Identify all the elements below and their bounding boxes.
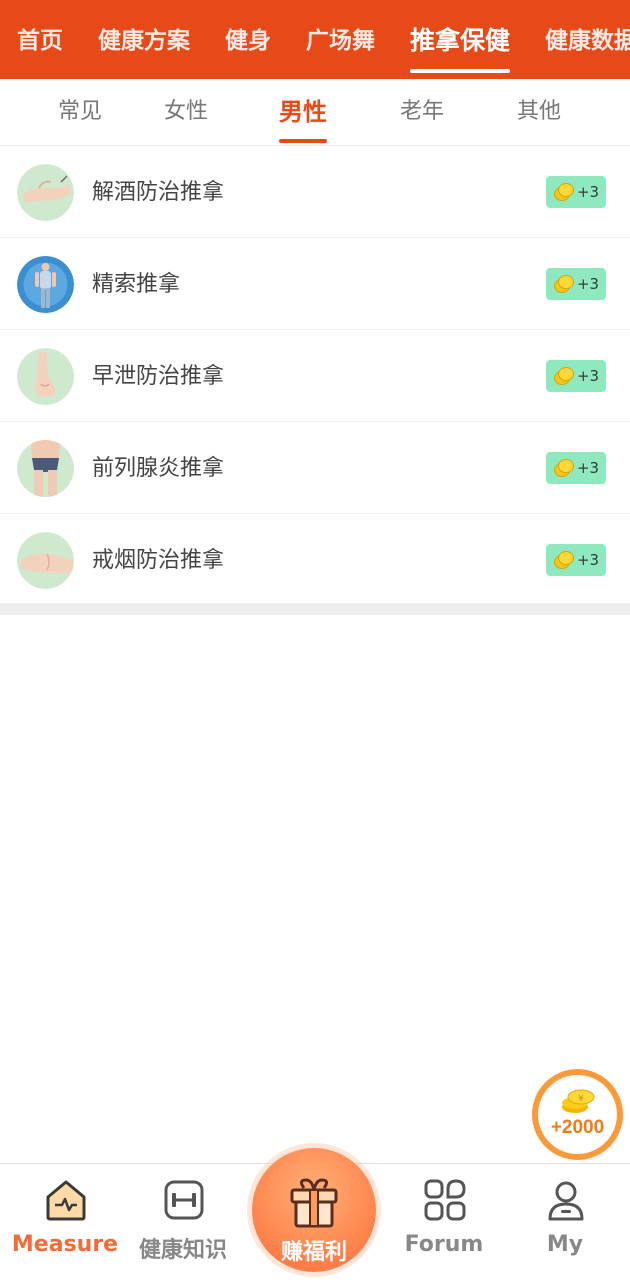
earn-rewards-label: 赚福利 xyxy=(280,1240,347,1265)
top-tab-health-plan[interactable]: 健康方案 xyxy=(98,0,190,79)
coin-stack-icon: ¥ xyxy=(562,1089,595,1113)
sub-tab-male[interactable]: 男性 xyxy=(243,79,363,145)
coin-icon xyxy=(553,275,574,293)
nav-my[interactable]: My xyxy=(505,1164,625,1280)
nav-label: My xyxy=(546,1232,584,1257)
top-tab-square-dance[interactable]: 广场舞 xyxy=(306,0,375,79)
top-tab-fitness[interactable]: 健身 xyxy=(225,0,271,79)
reward-value: +3 xyxy=(576,367,600,385)
coin-reward-badge: +3 xyxy=(546,452,606,484)
item-title: 戒烟防治推拿 xyxy=(92,548,225,573)
hand-photo-icon xyxy=(17,532,74,589)
list-item[interactable]: 戒烟防治推拿 +3 xyxy=(0,514,630,606)
earn-rewards-button[interactable]: 赚福利 xyxy=(252,1148,376,1272)
sub-tab-common[interactable]: 常见 xyxy=(20,79,140,145)
list-item[interactable]: 前列腺炎推拿 +3 xyxy=(0,422,630,514)
nav-health-knowledge[interactable]: 健康知识 xyxy=(123,1164,243,1280)
top-tab-massage[interactable]: 推拿保健 xyxy=(410,0,511,79)
item-title: 早泄防治推拿 xyxy=(92,364,225,389)
top-tab-health-data[interactable]: 健康数据 xyxy=(545,0,630,79)
massage-list: 解酒防治推拿 +3 精索推拿 +3 早泄防治推拿 +3 前列腺炎推拿 +3 戒烟… xyxy=(0,146,630,606)
section-divider xyxy=(0,603,630,615)
list-item[interactable]: 早泄防治推拿 +3 xyxy=(0,330,630,422)
sub-tab-female[interactable]: 女性 xyxy=(126,79,246,145)
coin-reward-badge: +3 xyxy=(546,268,606,300)
foot-photo-icon xyxy=(17,348,74,405)
user-profile-icon xyxy=(548,1181,584,1221)
reward-value: +3 xyxy=(576,183,600,201)
item-title: 前列腺炎推拿 xyxy=(92,456,225,481)
coin-icon xyxy=(553,459,574,477)
sub-category-nav: 常见 女性 男性 老年 其他 xyxy=(0,79,630,146)
dumbbell-icon xyxy=(164,1180,204,1220)
top-tab-home[interactable]: 首页 xyxy=(17,0,63,79)
coin-reward-badge: +3 xyxy=(546,544,606,576)
reward-value: +3 xyxy=(576,459,600,477)
nav-label: Forum xyxy=(404,1232,484,1257)
coin-reward-badge: +3 xyxy=(546,176,606,208)
gift-box-icon xyxy=(290,1178,338,1228)
list-item[interactable]: 解酒防治推拿 +3 xyxy=(0,146,630,238)
floating-coin-reward-button[interactable]: ¥ +2000 xyxy=(532,1069,623,1160)
coin-icon xyxy=(553,551,574,569)
torso-photo-icon xyxy=(17,440,74,497)
floating-reward-value: +2000 xyxy=(550,1117,605,1138)
top-category-nav: 首页 健康方案 健身 广场舞 推拿保健 健康数据 xyxy=(0,0,630,79)
reward-value: +3 xyxy=(576,551,600,569)
nav-label: Measure xyxy=(11,1232,119,1257)
home-heartbeat-icon xyxy=(46,1180,86,1221)
man-figure-photo-icon xyxy=(17,256,74,313)
list-item[interactable]: 精索推拿 +3 xyxy=(0,238,630,330)
wrist-photo-icon xyxy=(17,164,74,221)
coin-reward-badge: +3 xyxy=(546,360,606,392)
coin-icon xyxy=(553,183,574,201)
coin-icon xyxy=(553,367,574,385)
nav-measure[interactable]: Measure xyxy=(5,1164,125,1280)
sub-tab-elderly[interactable]: 老年 xyxy=(362,79,482,145)
reward-value: +3 xyxy=(576,275,600,293)
grid-apps-icon xyxy=(424,1179,466,1221)
nav-label: 健康知识 xyxy=(138,1238,227,1263)
sub-tab-other[interactable]: 其他 xyxy=(479,79,599,145)
item-title: 解酒防治推拿 xyxy=(92,180,225,205)
item-title: 精索推拿 xyxy=(92,272,181,297)
svg-text:¥: ¥ xyxy=(578,1094,584,1104)
nav-forum[interactable]: Forum xyxy=(384,1164,504,1280)
